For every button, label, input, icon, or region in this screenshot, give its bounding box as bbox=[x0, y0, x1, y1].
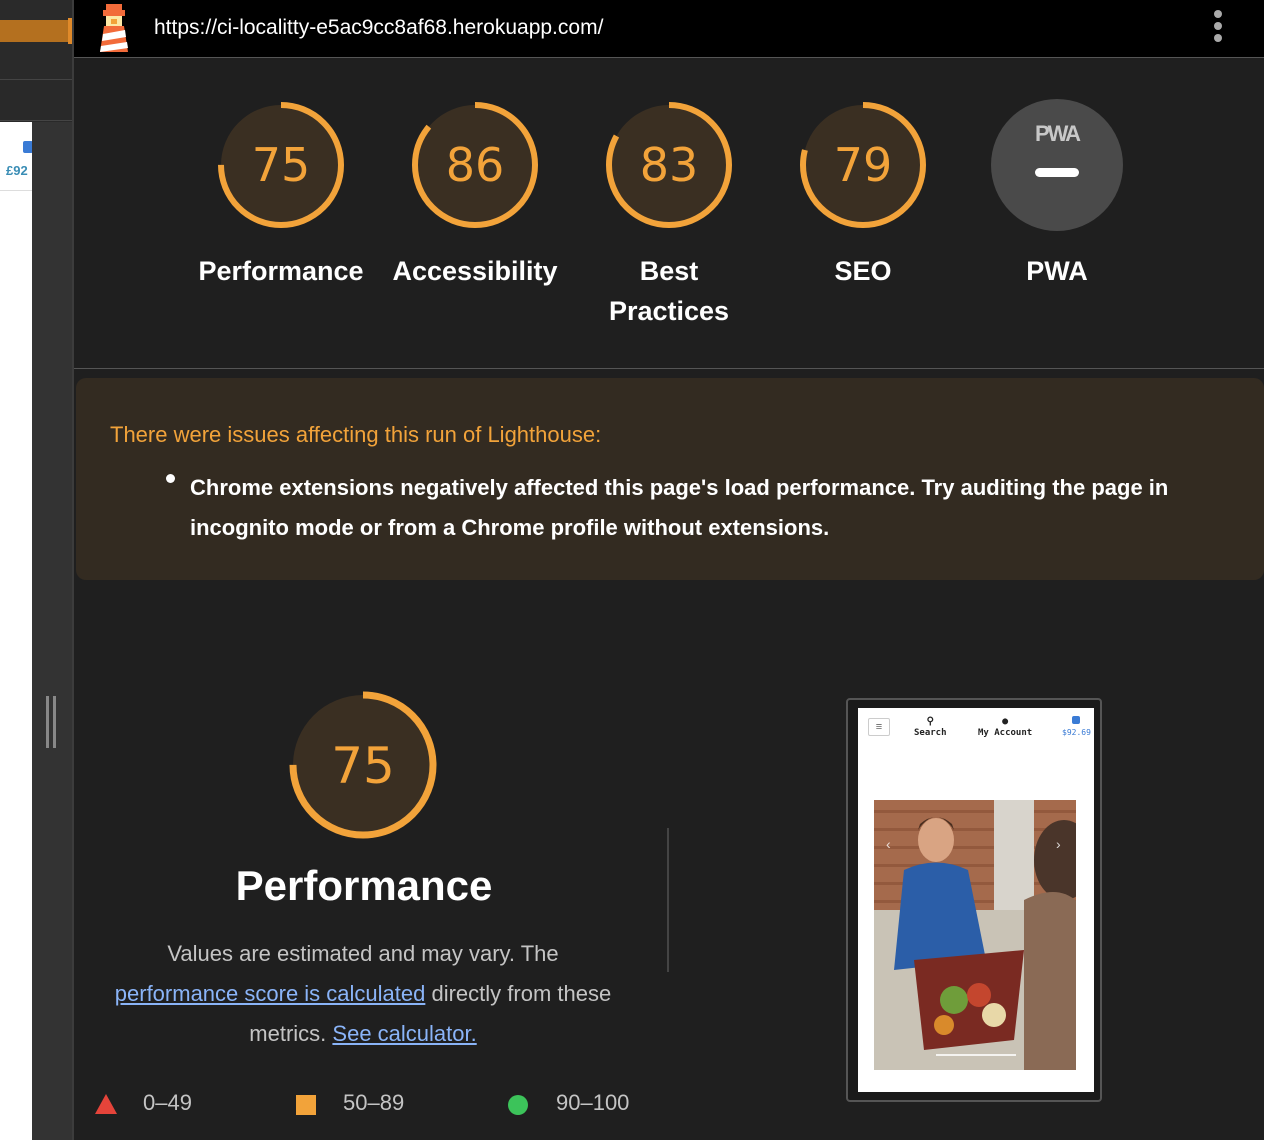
thumb-bag: $92.69 bbox=[1062, 716, 1091, 737]
warning-bullet bbox=[166, 474, 175, 483]
screenshot-page: ≡ ⚲ Search ● My Account $92.69 ‹ › bbox=[858, 708, 1094, 1092]
page-preview-divider bbox=[0, 190, 32, 191]
chevron-left-icon: ‹ bbox=[886, 836, 891, 852]
resize-handle-line bbox=[53, 696, 56, 748]
resize-handle[interactable] bbox=[46, 696, 58, 748]
fail-triangle-icon bbox=[95, 1094, 117, 1114]
gauge-accessibility[interactable]: 86 Accessibility bbox=[385, 99, 565, 291]
page-preview-price: £92 bbox=[6, 163, 28, 178]
thumb-account-label: My Account bbox=[978, 728, 1033, 738]
legend-fail-range: 0–49 bbox=[143, 1090, 192, 1115]
hero-photo bbox=[874, 800, 1076, 1070]
see-calculator-link[interactable]: See calculator. bbox=[332, 1021, 476, 1046]
warning-title: There were issues affecting this run of … bbox=[110, 422, 602, 447]
report-url: https://ci-localitty-e5ac9cc8af68.heroku… bbox=[154, 16, 604, 39]
gauge-score: 86 bbox=[445, 138, 505, 192]
legend-average-range: 50–89 bbox=[343, 1090, 405, 1115]
search-icon: ⚲ bbox=[926, 716, 934, 727]
gauge-label: PWA bbox=[1026, 256, 1088, 286]
pwa-badge: PWA bbox=[991, 99, 1123, 231]
gauge-performance[interactable]: 75 Performance bbox=[191, 99, 371, 291]
gauge-label: Performance bbox=[198, 256, 364, 286]
thumb-search-label: Search bbox=[914, 728, 947, 738]
page-preview-strip bbox=[0, 122, 32, 1140]
report-topbar: https://ci-localitty-e5ac9cc8af68.heroku… bbox=[74, 0, 1264, 58]
section-divider bbox=[667, 828, 669, 972]
thumb-account: ● My Account bbox=[978, 716, 1032, 738]
performance-score: 75 bbox=[331, 737, 395, 795]
score-calculated-link[interactable]: performance score is calculated bbox=[115, 981, 426, 1006]
chevron-right-icon: › bbox=[1056, 836, 1061, 852]
left-active-tab[interactable] bbox=[0, 20, 70, 42]
warning-item: Chrome extensions negatively affected th… bbox=[190, 475, 1169, 540]
run-warnings: There were issues affecting this run of … bbox=[76, 378, 1264, 580]
performance-description: Values are estimated and may vary. The p… bbox=[110, 934, 616, 1054]
lighthouse-icon bbox=[100, 4, 128, 52]
gauge-label: Best Practices bbox=[608, 256, 730, 326]
final-screenshot[interactable]: ≡ ⚲ Search ● My Account $92.69 ‹ › bbox=[846, 698, 1102, 1102]
gauge-pwa[interactable]: PWA PWA bbox=[967, 99, 1147, 291]
pass-circle-icon bbox=[508, 1095, 528, 1115]
gauge-score: 83 bbox=[639, 138, 699, 192]
performance-title: Performance bbox=[235, 862, 493, 909]
gauge-score: 75 bbox=[251, 138, 311, 192]
gauge-score: 79 bbox=[833, 138, 893, 192]
gauge-best-practices[interactable]: 83 Best Practices bbox=[579, 99, 759, 331]
pwa-logo: PWA bbox=[1034, 121, 1081, 146]
carousel-indicators bbox=[936, 1054, 1016, 1056]
description-text: Values are estimated and may vary. The bbox=[167, 941, 559, 966]
performance-score-gauge: 75 bbox=[289, 691, 437, 839]
average-square-icon bbox=[296, 1095, 316, 1115]
dash-icon bbox=[1035, 168, 1079, 177]
devtools-gutter bbox=[32, 122, 72, 1140]
legend-pass-range: 90–100 bbox=[556, 1090, 630, 1115]
more-options-icon[interactable] bbox=[1214, 10, 1224, 44]
resize-handle-line bbox=[46, 696, 49, 748]
thumb-search: ⚲ Search bbox=[914, 716, 947, 738]
gauge-label: SEO bbox=[834, 256, 892, 286]
left-separator bbox=[0, 120, 72, 121]
category-gauges: 75 Performance 86 Accessibility 83 Best … bbox=[74, 59, 1264, 369]
user-icon: ● bbox=[1002, 716, 1009, 727]
thumb-price-label: $92.69 bbox=[1062, 728, 1091, 737]
gauge-label: Accessibility bbox=[392, 256, 558, 286]
hamburger-icon: ≡ bbox=[868, 718, 890, 736]
bag-icon bbox=[1072, 716, 1081, 724]
gauge-seo[interactable]: 79 SEO bbox=[773, 99, 953, 291]
